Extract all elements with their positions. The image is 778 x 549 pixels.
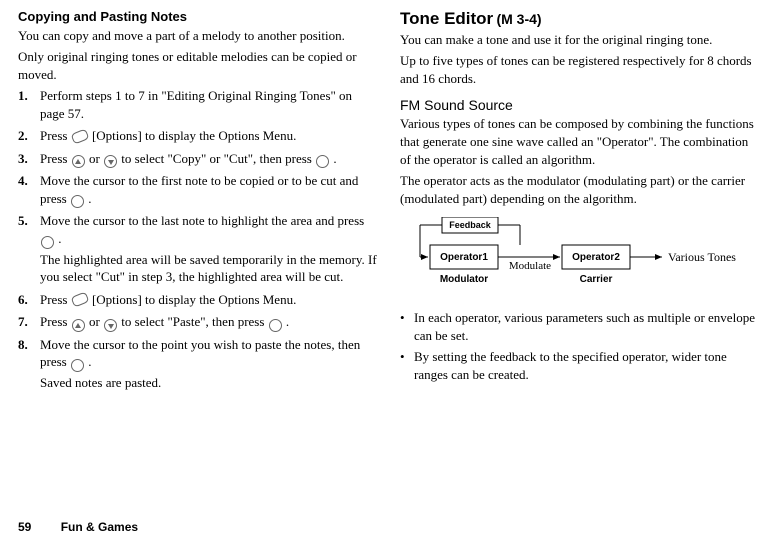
bullet-text: In each operator, various parameters suc… <box>414 309 760 344</box>
center-key-icon <box>316 155 329 168</box>
step-4: 4. Move the cursor to the first note to … <box>18 172 378 207</box>
step-sub: Saved notes are pasted. <box>40 374 378 392</box>
step-body: Move the cursor to the point you wish to… <box>40 336 378 392</box>
bullet-dot: • <box>400 309 414 344</box>
step-num: 7. <box>18 313 40 331</box>
step-num: 1. <box>18 87 40 105</box>
page-footer: 59 Fun & Games <box>18 519 138 535</box>
fm-diagram: Feedback Operator1 Modulator Modulate Op… <box>400 217 760 295</box>
left-heading: Copying and Pasting Notes <box>18 8 378 26</box>
up-icon <box>72 155 85 168</box>
right-p2: Up to five types of tones can be registe… <box>400 52 760 87</box>
step-sub: The highlighted area will be saved tempo… <box>40 251 378 286</box>
step-1: 1. Perform steps 1 to 7 in "Editing Orig… <box>18 87 378 122</box>
menu-code: (M 3-4) <box>496 11 541 27</box>
step-body: Press [Options] to display the Options M… <box>40 127 378 145</box>
right-heading: Tone Editor <box>400 9 493 28</box>
diagram-modulate-label: Modulate <box>509 260 551 272</box>
diagram-op1-label: Operator1 <box>440 252 488 263</box>
center-key-icon <box>71 359 84 372</box>
step-body: Press or to select "Paste", then press . <box>40 313 378 331</box>
diagram-carrier-label: Carrier <box>580 274 613 285</box>
diagram-op2-label: Operator2 <box>572 252 620 263</box>
step-num: 2. <box>18 127 40 145</box>
bullet-text: By setting the feedback to the specified… <box>414 348 760 383</box>
step-num: 8. <box>18 336 40 354</box>
step-num: 4. <box>18 172 40 190</box>
right-heading-row: Tone Editor (M 3-4) <box>400 8 760 31</box>
step-num: 5. <box>18 212 40 230</box>
diagram-various-label: Various Tones <box>668 250 736 264</box>
center-key-icon <box>269 319 282 332</box>
step-body: Move the cursor to the first note to be … <box>40 172 378 207</box>
step-6: 6. Press [Options] to display the Option… <box>18 291 378 309</box>
step-3: 3. Press or to select "Copy" or "Cut", t… <box>18 150 378 168</box>
diagram-svg: Feedback Operator1 Modulator Modulate Op… <box>400 217 760 295</box>
right-p1: You can make a tone and use it for the o… <box>400 31 760 49</box>
bullet-dot: • <box>400 348 414 383</box>
down-icon <box>104 155 117 168</box>
left-intro-1: You can copy and move a part of a melody… <box>18 27 378 45</box>
right-p4: The operator acts as the modulator (modu… <box>400 172 760 207</box>
center-key-icon <box>41 236 54 249</box>
step-body: Press [Options] to display the Options M… <box>40 291 378 309</box>
step-body: Press or to select "Copy" or "Cut", then… <box>40 150 378 168</box>
right-p3: Various types of tones can be composed b… <box>400 115 760 168</box>
steps-list: 1. Perform steps 1 to 7 in "Editing Orig… <box>18 87 378 391</box>
step-num: 3. <box>18 150 40 168</box>
bullet-list: • In each operator, various parameters s… <box>400 309 760 383</box>
diagram-feedback-label: Feedback <box>449 220 492 230</box>
bullet-item: • By setting the feedback to the specifi… <box>400 348 760 383</box>
step-2: 2. Press [Options] to display the Option… <box>18 127 378 145</box>
step-7: 7. Press or to select "Paste", then pres… <box>18 313 378 331</box>
left-column: Copying and Pasting Notes You can copy a… <box>18 8 378 396</box>
softkey-icon <box>70 128 89 144</box>
step-num: 6. <box>18 291 40 309</box>
section-name: Fun & Games <box>61 520 138 534</box>
center-key-icon <box>71 195 84 208</box>
down-icon <box>104 319 117 332</box>
step-body: Perform steps 1 to 7 in "Editing Origina… <box>40 87 378 122</box>
fm-subheading: FM Sound Source <box>400 96 760 115</box>
page-number: 59 <box>18 519 31 535</box>
left-intro-2: Only original ringing tones or editable … <box>18 48 378 83</box>
softkey-icon <box>70 292 89 308</box>
step-8: 8. Move the cursor to the point you wish… <box>18 336 378 392</box>
bullet-item: • In each operator, various parameters s… <box>400 309 760 344</box>
step-body: Move the cursor to the last note to high… <box>40 212 378 285</box>
up-icon <box>72 319 85 332</box>
step-5: 5. Move the cursor to the last note to h… <box>18 212 378 285</box>
diagram-modulator-label: Modulator <box>440 274 488 285</box>
right-column: Tone Editor (M 3-4) You can make a tone … <box>400 8 760 396</box>
